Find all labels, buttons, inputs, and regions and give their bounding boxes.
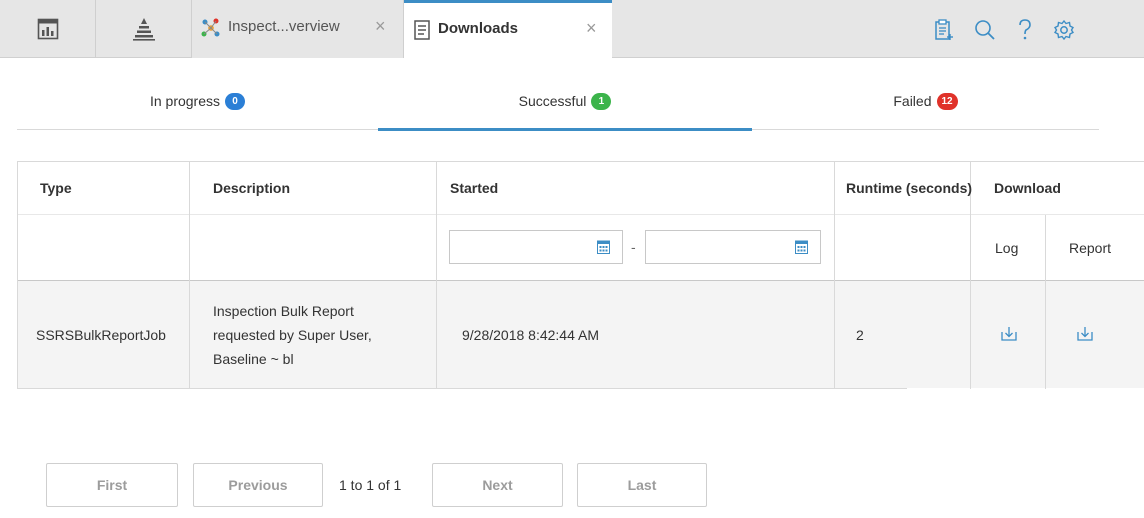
clipboard-add-icon[interactable] — [932, 18, 956, 42]
column-header-report: Report — [1069, 240, 1112, 256]
start-date-from-field[interactable] — [449, 230, 623, 264]
tab-label: Failed — [893, 93, 932, 109]
status-tabs: In progress 0 Successful 1 Failed 12 — [17, 90, 1099, 131]
asset-hierarchy-button[interactable] — [96, 0, 192, 58]
column-header-download: Download — [994, 179, 1061, 196]
network-icon — [201, 18, 220, 37]
download-report-button[interactable] — [1077, 322, 1093, 344]
tab-in-progress[interactable]: In progress 0 — [17, 90, 378, 130]
tab-successful[interactable]: Successful 1 — [378, 90, 752, 131]
count-badge: 12 — [936, 93, 958, 110]
description-line: Baseline ~ bl — [213, 351, 294, 367]
column-header-description[interactable]: Description — [213, 161, 290, 214]
last-page-button[interactable]: Last — [577, 463, 707, 507]
cell-type: SSRSBulkReportJob — [36, 326, 166, 343]
document-icon — [414, 20, 430, 40]
download-log-button[interactable] — [1001, 322, 1017, 344]
pyramid-icon — [132, 18, 155, 41]
column-header-type[interactable]: Type — [40, 161, 72, 214]
search-icon[interactable] — [973, 18, 997, 42]
tab-label: Successful — [518, 93, 587, 109]
help-icon[interactable] — [1013, 18, 1037, 42]
app-tab-bar: Inspect...verview × Downloads × — [0, 0, 1144, 59]
calendar-icon[interactable] — [597, 240, 610, 254]
tab-label: Inspect...verview — [228, 18, 340, 35]
download-icon — [1077, 326, 1093, 341]
cell-description: Inspection Bulk Report requested by Supe… — [213, 299, 428, 371]
tab-inspection-overview[interactable]: Inspect...verview × — [192, 0, 404, 58]
close-icon[interactable]: × — [375, 16, 386, 37]
calendar-icon[interactable] — [795, 240, 808, 254]
download-icon — [1001, 326, 1017, 341]
column-header-log: Log — [995, 240, 1019, 256]
count-badge: 1 — [591, 93, 612, 110]
count-badge: 0 — [225, 93, 246, 110]
next-page-button[interactable]: Next — [432, 463, 563, 507]
tab-label: Downloads — [438, 20, 519, 37]
tab-label: In progress — [149, 93, 221, 109]
cell-runtime: 2 — [856, 326, 864, 343]
close-icon[interactable]: × — [586, 18, 597, 39]
gear-icon[interactable] — [1052, 18, 1076, 42]
start-date-to-field[interactable] — [645, 230, 821, 264]
description-line: Inspection Bulk Report — [213, 303, 354, 319]
dashboard-icon — [37, 18, 58, 40]
date-range-separator: - — [631, 239, 636, 255]
tab-failed[interactable]: Failed 12 — [752, 90, 1099, 130]
previous-page-button[interactable]: Previous — [193, 463, 323, 507]
first-page-button[interactable]: First — [46, 463, 178, 507]
tab-downloads[interactable]: Downloads × — [404, 0, 612, 59]
column-header-started[interactable]: Started — [450, 161, 498, 214]
dashboard-button[interactable] — [0, 0, 96, 58]
description-line: requested by Super User, — [213, 327, 372, 343]
cell-started: 9/28/2018 8:42:44 AM — [462, 326, 599, 343]
page-info: 1 to 1 of 1 — [339, 477, 402, 493]
column-header-runtime[interactable]: Runtime (seconds) — [846, 161, 972, 214]
